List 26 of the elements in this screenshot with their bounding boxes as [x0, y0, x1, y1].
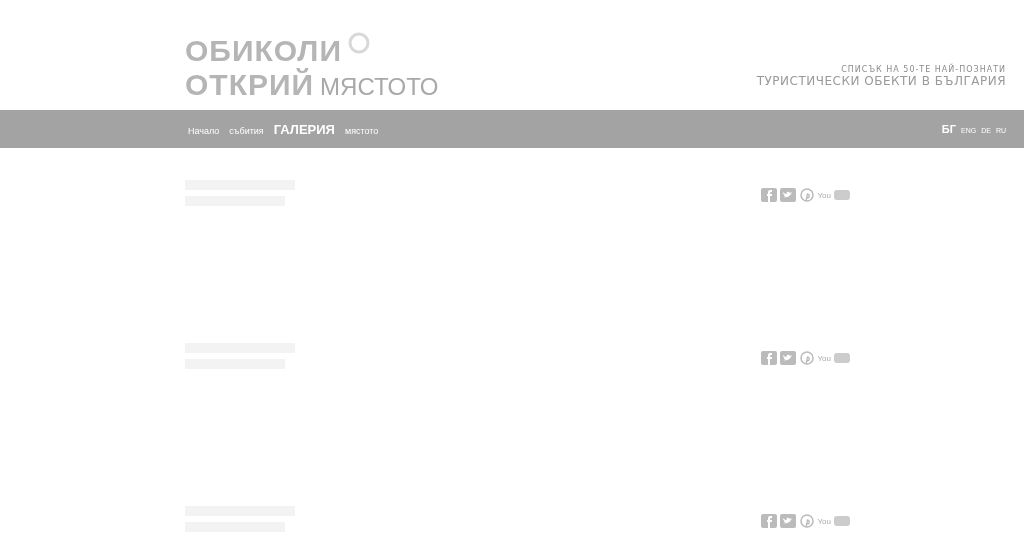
- youtube-text[interactable]: You: [817, 516, 831, 526]
- facebook-icon[interactable]: [760, 514, 777, 528]
- pinterest-icon[interactable]: [798, 351, 815, 365]
- nav-link[interactable]: мястото: [344, 125, 379, 136]
- youtube-text[interactable]: You: [817, 353, 831, 363]
- pinterest-icon[interactable]: [798, 514, 815, 528]
- youtube-icon[interactable]: [834, 188, 850, 202]
- logo-text: ОТКРИЙ: [185, 68, 315, 102]
- nav-link[interactable]: ГАЛЕРИЯ: [273, 121, 335, 137]
- twitter-icon[interactable]: [779, 188, 796, 202]
- language-link[interactable]: БГ: [941, 123, 956, 135]
- nav-link[interactable]: събития: [229, 125, 264, 136]
- facebook-icon[interactable]: [760, 351, 777, 365]
- emblem-icon: [348, 32, 370, 54]
- nav-link[interactable]: Начало: [188, 125, 220, 136]
- logo-text: МЯСТОТО: [320, 72, 439, 102]
- tagline-text: СПИСЪК НА 50-ТЕ НАЙ-ПОЗНАТИ: [841, 65, 1006, 74]
- logo-text: ОБИКОЛИ: [185, 34, 342, 68]
- youtube-text[interactable]: You: [817, 190, 831, 200]
- pinterest-icon[interactable]: [798, 188, 815, 202]
- youtube-icon[interactable]: [834, 351, 850, 365]
- twitter-icon[interactable]: [779, 351, 796, 365]
- twitter-icon[interactable]: [779, 514, 796, 528]
- tagline-heading: ТУРИСТИЧЕСКИ ОБЕКТИ В БЪЛГАРИЯ: [756, 74, 1006, 88]
- facebook-icon[interactable]: [760, 188, 777, 202]
- youtube-icon[interactable]: [834, 514, 850, 528]
